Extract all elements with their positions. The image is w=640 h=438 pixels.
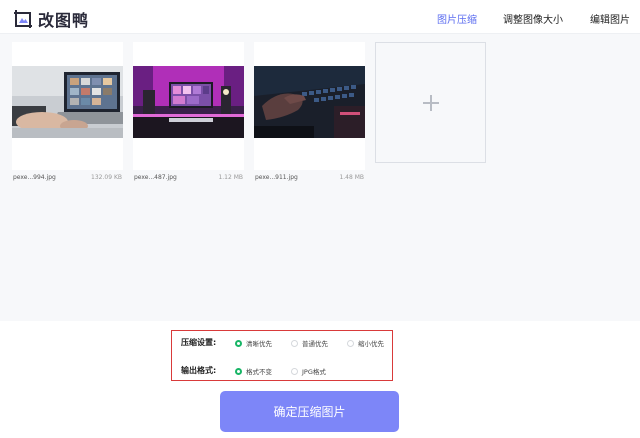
nav-edit-image[interactable]: 编辑图片 bbox=[590, 11, 630, 26]
radio-label: JPG格式 bbox=[302, 368, 326, 376]
top-header: 改图鸭 图片压缩 调整图像大小 编辑图片 bbox=[0, 0, 640, 34]
output-format-label: 输出格式: bbox=[181, 366, 217, 375]
file-thumbnail bbox=[133, 66, 244, 138]
file-size: 132.09 KB bbox=[91, 174, 122, 181]
file-card[interactable]: pexe...994.jpg 132.09 KB bbox=[12, 42, 123, 181]
file-name: pexe...487.jpg bbox=[134, 174, 177, 181]
radio-checked-icon bbox=[235, 339, 242, 347]
add-image-button[interactable] bbox=[375, 42, 486, 163]
radio-label: 格式不变 bbox=[246, 368, 272, 376]
file-card[interactable]: pexe...487.jpg 1.12 MB bbox=[133, 42, 244, 181]
compress-setting-label: 压缩设置: bbox=[181, 338, 217, 347]
radio-unchecked-icon bbox=[291, 367, 298, 375]
file-thumbnail bbox=[12, 66, 123, 138]
radio-label: 普通优先 bbox=[302, 340, 328, 348]
radio-format-jpg[interactable]: JPG格式 bbox=[291, 366, 326, 376]
radio-checked-icon bbox=[235, 367, 242, 375]
file-size: 1.12 MB bbox=[218, 174, 243, 181]
confirm-compress-button[interactable]: 确定压缩图片 bbox=[220, 391, 399, 432]
settings-panel: 压缩设置: 清晰优先 普通优先 缩小优先 输出格式: 格式不变 JPG格式 bbox=[171, 330, 393, 381]
radio-shrink-first[interactable]: 缩小优先 bbox=[347, 338, 384, 348]
radio-clarity-first[interactable]: 清晰优先 bbox=[235, 338, 272, 348]
logo-text: 改图鸭 bbox=[38, 11, 90, 30]
radio-label: 清晰优先 bbox=[246, 340, 272, 348]
logo[interactable]: 改图鸭 bbox=[13, 7, 89, 31]
file-card[interactable]: pexe...911.jpg 1.48 MB bbox=[254, 42, 365, 181]
radio-label: 缩小优先 bbox=[358, 340, 384, 348]
add-image-area bbox=[376, 43, 485, 162]
nav-resize-image[interactable]: 调整图像大小 bbox=[503, 11, 563, 26]
file-name: pexe...911.jpg bbox=[255, 174, 298, 181]
radio-normal-first[interactable]: 普通优先 bbox=[291, 338, 328, 348]
upload-area: pexe...994.jpg 132.09 KB pexe...487.jpg … bbox=[0, 34, 640, 321]
file-size: 1.48 MB bbox=[339, 174, 364, 181]
plus-icon bbox=[422, 94, 439, 111]
file-thumbnail bbox=[254, 66, 365, 138]
nav-image-compress[interactable]: 图片压缩 bbox=[437, 11, 477, 26]
radio-unchecked-icon bbox=[291, 339, 298, 347]
radio-unchecked-icon bbox=[347, 339, 354, 347]
file-name: pexe...994.jpg bbox=[13, 174, 56, 181]
radio-format-unchanged[interactable]: 格式不变 bbox=[235, 366, 272, 376]
logo-icon bbox=[14, 10, 32, 28]
